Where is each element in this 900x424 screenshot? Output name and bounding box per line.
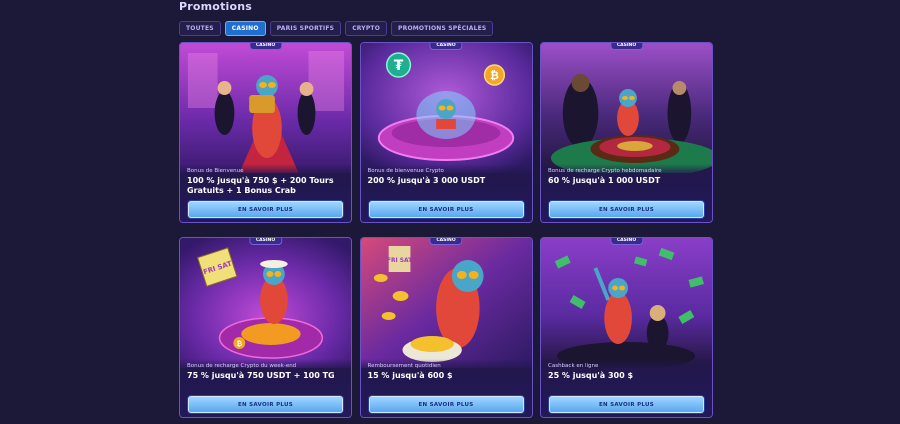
promo-title: 75 % jusqu'à 750 USDT + 100 TG <box>187 371 335 380</box>
promo-subtitle: Remboursement quotidien <box>367 363 441 369</box>
promo-subtitle: Bonus de bienvenue Crypto <box>367 168 444 174</box>
promo-subtitle: Cashback en ligne <box>548 363 599 369</box>
learn-more-button[interactable]: EN SAVOIR PLUS <box>368 396 524 413</box>
promo-title: 60 % jusqu'à 1 000 USDT <box>548 176 661 185</box>
promo-title: 200 % jusqu'à 3 000 USDT <box>367 176 486 185</box>
casino-badge: CASINO <box>609 43 644 50</box>
promo-card-welcome-bonus[interactable]: CASINO Bonus de Bienvenue 100 % jusqu'à … <box>179 42 352 223</box>
tab-crypto[interactable]: CRYPTO <box>345 21 388 36</box>
promo-info: Bonus de Bienvenue 100 % jusqu'à 750 $ +… <box>180 164 351 222</box>
promo-artwork-weekend: FRI SAT ₿ <box>180 238 351 368</box>
promo-subtitle: Bonus de recharge Crypto du week-end <box>187 363 297 369</box>
bitcoin-symbol: ₿ <box>236 340 242 348</box>
promo-artwork-heist <box>180 43 351 173</box>
promo-info: Cashback en ligne 25 % jusqu'à 300 $ EN … <box>541 359 712 417</box>
casino-badge: CASINO <box>609 238 644 245</box>
promo-info: Bonus de recharge Crypto hebdomadaire 60… <box>541 164 712 222</box>
casino-badge: CASINO <box>248 43 283 50</box>
promo-card-daily-cashback[interactable]: CASINO FRI SAT Remboursement quotidien 1… <box>359 237 533 418</box>
learn-more-button[interactable]: EN SAVOIR PLUS <box>188 396 343 413</box>
tab-promotions-speciales[interactable]: PROMOTIONS SPÉCIALES <box>391 21 494 36</box>
promo-subtitle: Bonus de recharge Crypto hebdomadaire <box>548 168 662 174</box>
tab-paris-sportifs[interactable]: PARIS SPORTIFS <box>269 21 342 36</box>
promo-artwork-ufo: ₮ ₿ <box>360 43 532 173</box>
promo-subtitle: Bonus de Bienvenue <box>187 168 244 174</box>
tab-toutes[interactable]: TOUTES <box>179 21 221 36</box>
page-title: Promotions <box>179 0 253 13</box>
tab-casino[interactable]: CASINO <box>224 21 266 36</box>
promo-title: 100 % jusqu'à 750 $ + 200 Tours Gratuits… <box>187 176 334 195</box>
promo-card-online-cashback[interactable]: CASINO Cashback en ligne 25 % jusqu'à 30… <box>540 237 713 418</box>
tether-symbol: ₮ <box>393 58 403 74</box>
promotion-grid: CASINO Bonus de Bienvenue 100 % jusqu'à … <box>179 42 713 418</box>
promo-card-weekly-reload[interactable]: CASINO Bonus de recharge Crypto hebdomad… <box>540 42 713 223</box>
promo-artwork-money-rain <box>541 238 712 368</box>
learn-more-button[interactable]: EN SAVOIR PLUS <box>368 201 524 218</box>
promo-card-weekend-reload[interactable]: CASINO FRI SAT ₿ Bonus de recharge Crypt… <box>179 237 352 418</box>
promo-info: Remboursement quotidien 15 % jusqu'à 600… <box>360 359 532 417</box>
learn-more-button[interactable]: EN SAVOIR PLUS <box>188 201 343 218</box>
promo-artwork-coins: FRI SAT <box>360 238 532 368</box>
learn-more-button[interactable]: EN SAVOIR PLUS <box>549 396 704 413</box>
bitcoin-symbol: ₿ <box>490 69 499 82</box>
promo-info: Bonus de bienvenue Crypto 200 % jusqu'à … <box>360 164 532 222</box>
promotion-tabs: TOUTES CASINO PARIS SPORTIFS CRYPTO PROM… <box>179 21 494 36</box>
casino-badge: CASINO <box>248 238 283 245</box>
promo-artwork-roulette <box>541 43 712 173</box>
promo-card-crypto-welcome[interactable]: CASINO ₮ ₿ Bonus de bienvenue Crypto 200… <box>359 42 533 223</box>
casino-badge: CASINO <box>429 43 463 50</box>
promo-title: 25 % jusqu'à 300 $ <box>548 371 634 380</box>
promo-title: 15 % jusqu'à 600 $ <box>367 371 453 380</box>
learn-more-button[interactable]: EN SAVOIR PLUS <box>549 201 704 218</box>
promo-info: Bonus de recharge Crypto du week-end 75 … <box>180 359 351 417</box>
weekend-sign-text: FRI SAT <box>386 257 412 264</box>
casino-badge: CASINO <box>429 238 463 245</box>
